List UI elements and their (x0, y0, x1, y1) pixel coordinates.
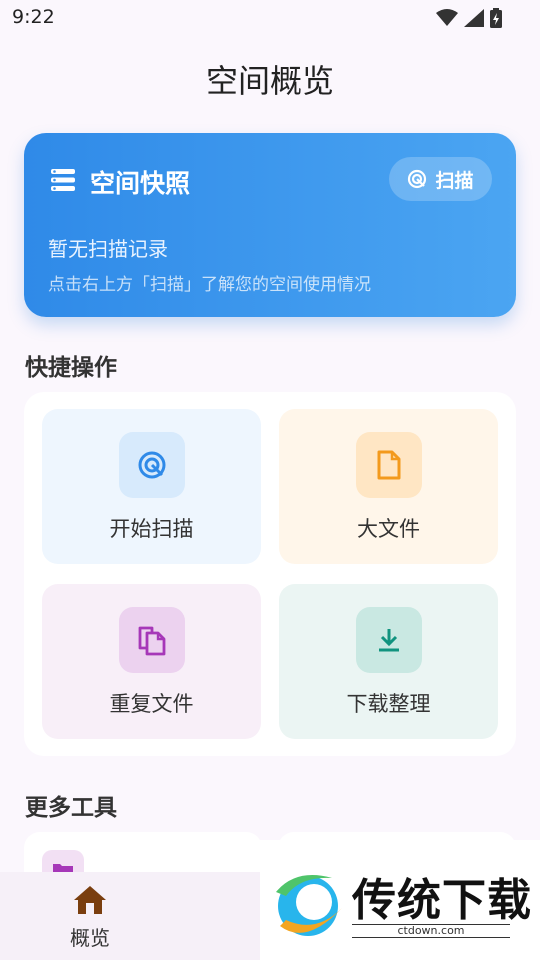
watermark: 传统下载 ctdown.com (260, 840, 540, 960)
storage-list-icon (51, 169, 75, 191)
tile-label: 下载整理 (346, 692, 431, 716)
tile-icon-box (356, 432, 422, 498)
watermark-text: 传统下载 (352, 875, 532, 926)
download-icon (379, 629, 399, 652)
tile-icon-box (119, 607, 185, 673)
tile-download-cleanup[interactable]: 下载整理 (279, 584, 498, 739)
home-icon (74, 886, 106, 914)
tile-label: 开始扫描 (109, 517, 194, 541)
snapshot-hint: 点击右上方「扫描」了解您的空间使用情况 (48, 275, 371, 295)
snapshot-title: 空间快照 (90, 169, 191, 198)
status-icons (436, 8, 502, 28)
snapshot-status: 暂无扫描记录 (48, 237, 168, 261)
status-bar: 9:22 (0, 0, 540, 36)
watermark-url: ctdown.com (352, 924, 510, 938)
tile-icon-box (119, 432, 185, 498)
tile-icon-box (356, 607, 422, 673)
scan-target-icon (408, 169, 427, 189)
page-title: 空间概览 (205, 62, 334, 100)
logo-icon (276, 875, 342, 936)
quick-actions-panel: 开始扫描 大文件 重复文件 下载整理 (24, 392, 516, 756)
wifi-icon (436, 9, 458, 26)
space-snapshot-card: 空间快照 扫描 暂无扫描记录 点击右上方「扫描」了解您的空间使用情况 (24, 133, 516, 317)
signal-icon (464, 9, 484, 27)
tile-label: 大文件 (357, 517, 420, 541)
nav-item-overview[interactable]: 概览 (50, 884, 130, 951)
file-icon (377, 450, 401, 480)
copy-files-icon (138, 626, 166, 656)
status-time: 9:22 (12, 6, 55, 28)
scan-button[interactable]: 扫描 (389, 157, 492, 201)
tile-start-scan[interactable]: 开始扫描 (42, 409, 261, 564)
tile-label: 重复文件 (109, 692, 194, 716)
tile-duplicate-files[interactable]: 重复文件 (42, 584, 261, 739)
more-tools-title: 更多工具 (25, 795, 117, 821)
battery-icon (490, 8, 502, 28)
scan-button-label: 扫描 (435, 169, 474, 192)
scan-target-icon (138, 451, 166, 479)
quick-actions-title: 快捷操作 (25, 355, 117, 381)
nav-label: 概览 (70, 926, 110, 950)
tile-large-files[interactable]: 大文件 (279, 409, 498, 564)
